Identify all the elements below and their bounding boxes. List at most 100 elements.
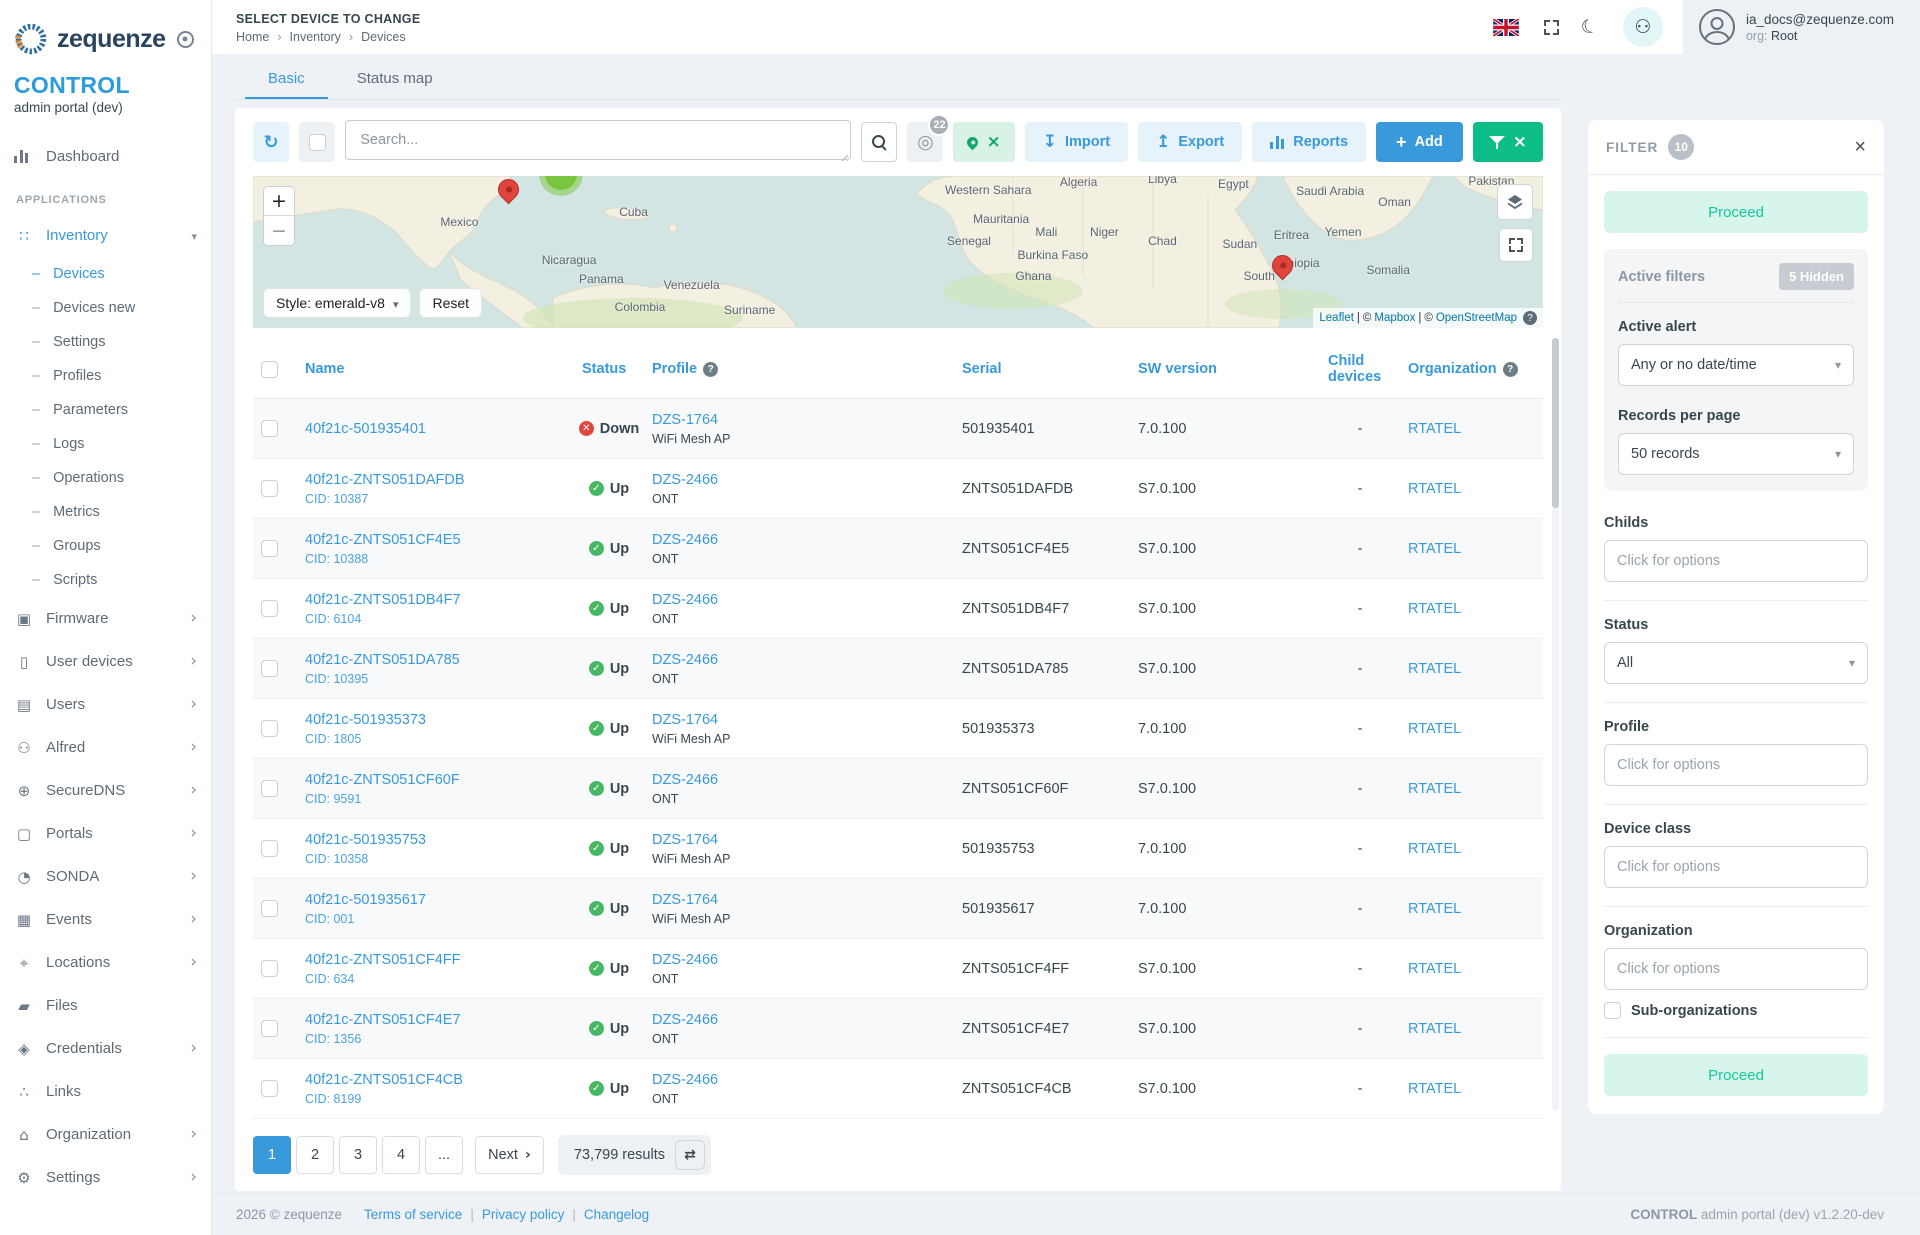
device-name-link[interactable]: 40f21c-501935373 [305, 712, 426, 728]
device-name-link[interactable]: 40f21c-ZNTS051CF4E7 [305, 1012, 461, 1028]
sidebar-subitem[interactable]: Devices new [0, 291, 211, 325]
row-checkbox[interactable] [261, 780, 278, 797]
row-checkbox[interactable] [261, 660, 278, 677]
clear-map-filter-button[interactable] [953, 122, 1014, 162]
target-icon[interactable] [177, 31, 194, 48]
breadcrumb-inventory[interactable]: Inventory [290, 30, 341, 44]
device-name-link[interactable]: 40f21c-ZNTS051DAFDB [305, 472, 465, 488]
hidden-filters-badge[interactable]: 5 Hidden [1779, 263, 1854, 290]
leaflet-link[interactable]: Leaflet [1319, 312, 1354, 324]
column-header-organization[interactable]: Organization? [1400, 348, 1543, 390]
next-page-button[interactable]: Next [475, 1136, 544, 1174]
map-layers-button[interactable] [1497, 184, 1533, 220]
reports-button[interactable]: Reports [1252, 122, 1366, 162]
sidebar-item[interactable]: Credentials [0, 1027, 211, 1070]
profile-link[interactable]: DZS-2466 [652, 532, 718, 548]
device-class-input[interactable] [1617, 859, 1855, 875]
organization-link[interactable]: RTATEL [1408, 781, 1461, 797]
proceed-button-bottom[interactable]: Proceed [1604, 1054, 1868, 1096]
sidebar-subitem[interactable]: Metrics [0, 495, 211, 529]
table-scrollbar[interactable] [1552, 338, 1559, 1111]
column-header-status[interactable]: Status [574, 348, 644, 390]
map-marker[interactable] [1268, 251, 1298, 281]
sidebar-item[interactable]: SONDA [0, 855, 211, 898]
sidebar-item-dashboard[interactable]: Dashboard [0, 135, 211, 178]
sidebar-item[interactable]: Users [0, 683, 211, 726]
organization-link[interactable]: RTATEL [1408, 541, 1461, 557]
row-checkbox[interactable] [261, 480, 278, 497]
dark-mode-button[interactable]: ☾ [1571, 8, 1609, 46]
sub-organizations-checkbox[interactable] [1604, 1002, 1621, 1019]
map-marker[interactable] [539, 176, 583, 196]
attribution-help-icon[interactable]: ? [1523, 311, 1537, 325]
organization-link[interactable]: RTATEL [1408, 1021, 1461, 1037]
organization-link[interactable]: RTATEL [1408, 901, 1461, 917]
assistant-button[interactable]: ⚇ [1623, 7, 1663, 47]
row-checkbox[interactable] [261, 720, 278, 737]
profile-link[interactable]: DZS-1764 [652, 712, 718, 728]
sidebar-subitem[interactable]: Groups [0, 529, 211, 563]
sidebar-subitem[interactable]: Devices [0, 257, 211, 291]
sidebar-item[interactable]: SecureDNS [0, 769, 211, 812]
sidebar-item[interactable]: User devices [0, 640, 211, 683]
map-style-select[interactable]: Style: emerald-v8 [263, 288, 411, 318]
sidebar-subitem[interactable]: Profiles [0, 359, 211, 393]
refresh-results-button[interactable] [675, 1140, 705, 1170]
sidebar-item[interactable]: Firmware [0, 597, 211, 640]
column-header-sw-version[interactable]: SW version [1130, 348, 1320, 390]
tab-basic[interactable]: Basic [245, 60, 328, 99]
sidebar-item[interactable]: Organization [0, 1113, 211, 1156]
row-checkbox[interactable] [261, 840, 278, 857]
sidebar-item[interactable]: Settings [0, 1156, 211, 1199]
sidebar-item-inventory[interactable]: Inventory [0, 214, 211, 257]
fullscreen-button[interactable] [1533, 8, 1571, 46]
page-button[interactable]: 2 [296, 1136, 334, 1174]
osm-link[interactable]: OpenStreetMap [1436, 312, 1517, 324]
sidebar-subitem[interactable]: Scripts [0, 563, 211, 597]
select-all-rows-checkbox[interactable] [261, 361, 278, 378]
profile-link[interactable]: DZS-1764 [652, 892, 718, 908]
language-flag-button[interactable] [1487, 8, 1525, 46]
profile-link[interactable]: DZS-1764 [652, 832, 718, 848]
device-name-link[interactable]: 40f21c-ZNTS051DB4F7 [305, 592, 461, 608]
organization-link[interactable]: RTATEL [1408, 721, 1461, 737]
organization-link[interactable]: RTATEL [1408, 961, 1461, 977]
search-button[interactable] [861, 122, 897, 162]
page-button[interactable]: ... [425, 1136, 463, 1174]
device-name-link[interactable]: 40f21c-501935401 [305, 421, 426, 437]
privacy-link[interactable]: Privacy policy [482, 1207, 565, 1222]
profile-link[interactable]: DZS-2466 [652, 1012, 718, 1028]
organization-link[interactable]: RTATEL [1408, 661, 1461, 677]
page-button[interactable]: 1 [253, 1136, 291, 1174]
organization-link[interactable]: RTATEL [1408, 1081, 1461, 1097]
row-checkbox[interactable] [261, 600, 278, 617]
row-checkbox[interactable] [261, 900, 278, 917]
sidebar-item[interactable]: Locations [0, 941, 211, 984]
map-fullscreen-button[interactable] [1499, 228, 1533, 262]
import-button[interactable]: Import [1025, 122, 1128, 162]
close-filter-icon[interactable]: × [1854, 137, 1866, 157]
active-alert-select[interactable]: Any or no date/time [1618, 344, 1854, 386]
sidebar-subitem[interactable]: Parameters [0, 393, 211, 427]
scrollbar-thumb[interactable] [1552, 338, 1559, 508]
device-name-link[interactable]: 40f21c-ZNTS051CF4FF [305, 952, 461, 968]
organization-link[interactable]: RTATEL [1408, 841, 1461, 857]
changelog-link[interactable]: Changelog [584, 1207, 649, 1222]
map-marker[interactable] [494, 176, 524, 204]
records-per-page-select[interactable]: 50 records [1618, 433, 1854, 475]
organization-link[interactable]: RTATEL [1408, 601, 1461, 617]
sidebar-subitem[interactable]: Operations [0, 461, 211, 495]
sidebar-item[interactable]: Alfred [0, 726, 211, 769]
device-name-link[interactable]: 40f21c-ZNTS051CF60F [305, 772, 460, 788]
organization-link[interactable]: RTATEL [1408, 421, 1461, 437]
sidebar-item[interactable]: Links [0, 1070, 211, 1113]
terms-link[interactable]: Terms of service [364, 1207, 462, 1222]
profile-link[interactable]: DZS-2466 [652, 952, 718, 968]
help-icon[interactable]: ? [1503, 362, 1518, 377]
page-button[interactable]: 4 [382, 1136, 420, 1174]
tab-status-map[interactable]: Status map [334, 60, 456, 99]
sidebar-subitem[interactable]: Settings [0, 325, 211, 359]
profile-link[interactable]: DZS-2466 [652, 592, 718, 608]
proceed-button-top[interactable]: Proceed [1604, 191, 1868, 233]
map-reset-button[interactable]: Reset [419, 288, 482, 318]
